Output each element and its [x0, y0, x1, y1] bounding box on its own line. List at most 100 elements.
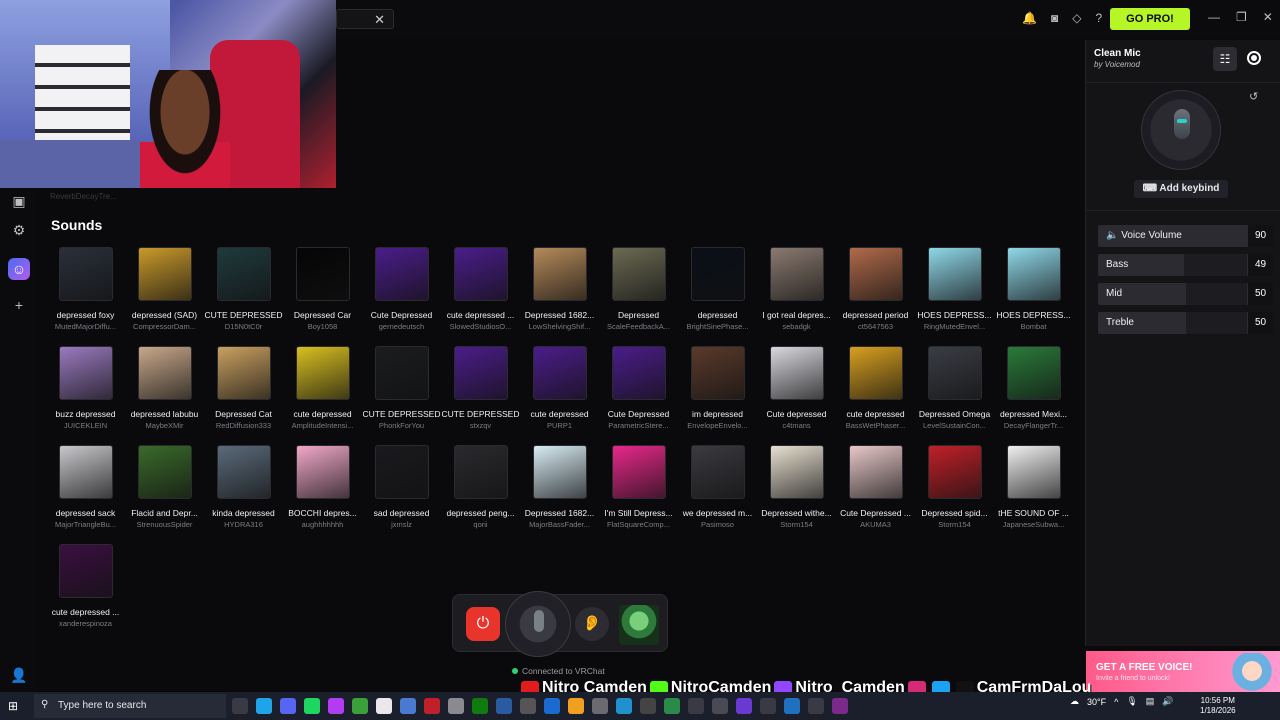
- voice-volume-slider[interactable]: 🔈 Voice Volume 90: [1098, 225, 1273, 247]
- app-icon[interactable]: [592, 698, 608, 714]
- sound-thumbnail[interactable]: [927, 346, 982, 400]
- sound-thumbnail[interactable]: [295, 445, 350, 499]
- search-input[interactable]: ✕: [336, 9, 394, 29]
- mid-slider[interactable]: Mid 50: [1098, 283, 1273, 305]
- sound-tile[interactable]: cute depressed BassWetPhaser...: [836, 346, 915, 445]
- sound-tile[interactable]: I'm Still Depress... FlatSquareComp...: [599, 445, 678, 544]
- sound-tile[interactable]: CUTE DEPRESSED D15N0tC0r: [204, 247, 283, 346]
- hear-myself-button[interactable]: 👂: [575, 607, 609, 641]
- app-icon[interactable]: [520, 698, 536, 714]
- treble-slider[interactable]: Treble 50: [1098, 312, 1273, 334]
- soundboard-icon[interactable]: ▣: [8, 190, 30, 212]
- clock[interactable]: 10:56 PM 1/18/2026: [1200, 696, 1236, 716]
- sound-tile[interactable]: Cute depressed c4tmans: [757, 346, 836, 445]
- app-icon[interactable]: [736, 698, 752, 714]
- restore-icon[interactable]: ❐: [1236, 10, 1247, 24]
- sound-thumbnail[interactable]: [453, 346, 508, 400]
- sound-thumbnail[interactable]: [58, 544, 113, 598]
- discord-icon[interactable]: ◙: [1051, 11, 1058, 25]
- sound-thumbnail[interactable]: [611, 346, 666, 400]
- volume-icon[interactable]: 🔊: [1162, 696, 1173, 707]
- app-icon[interactable]: [544, 698, 560, 714]
- sound-tile[interactable]: Depressed 1682... LowShelvingShif...: [520, 247, 599, 346]
- app-icon[interactable]: [760, 698, 776, 714]
- sound-thumbnail[interactable]: [453, 247, 508, 301]
- sound-tile[interactable]: Cute Depressed ... AKUMA3: [836, 445, 915, 544]
- steam-icon[interactable]: [448, 698, 464, 714]
- sound-tile[interactable]: I got real depres... sebadgk: [757, 247, 836, 346]
- sound-tile[interactable]: depressed peng... qorii: [441, 445, 520, 544]
- app-icon[interactable]: [424, 698, 440, 714]
- sound-tile[interactable]: Cute Depressed ParametricStere...: [599, 346, 678, 445]
- voicemod-app-icon[interactable]: [328, 698, 344, 714]
- app-icon[interactable]: [688, 698, 704, 714]
- sound-thumbnail[interactable]: [1006, 247, 1061, 301]
- app-icon[interactable]: [664, 698, 680, 714]
- settings-icon[interactable]: ⚙: [8, 219, 30, 241]
- close-icon[interactable]: ✕: [1263, 10, 1273, 24]
- sound-tile[interactable]: depressed foxy MutedMajorDiffu...: [46, 247, 125, 346]
- windows-start-icon[interactable]: ⊞: [8, 699, 18, 713]
- diamond-icon[interactable]: ◇: [1072, 11, 1081, 25]
- edge-icon[interactable]: [256, 698, 272, 714]
- sound-tile[interactable]: Depressed 1682... MajorBassFader...: [520, 445, 599, 544]
- clear-search-icon[interactable]: ✕: [374, 12, 385, 28]
- record-button[interactable]: [1247, 51, 1261, 65]
- sound-thumbnail[interactable]: [532, 445, 587, 499]
- weather-icon[interactable]: ☁: [1070, 696, 1079, 707]
- sound-thumbnail[interactable]: [1006, 445, 1061, 499]
- app-icon[interactable]: [784, 698, 800, 714]
- sound-tile[interactable]: Depressed withe... Storm154: [757, 445, 836, 544]
- sound-thumbnail[interactable]: [216, 346, 271, 400]
- sound-tile[interactable]: Flacid and Depr... StrenuousSpider: [125, 445, 204, 544]
- app-icon[interactable]: [400, 698, 416, 714]
- slider-value[interactable]: 50: [1247, 312, 1273, 334]
- sound-thumbnail[interactable]: [137, 445, 192, 499]
- sound-thumbnail[interactable]: [848, 346, 903, 400]
- sound-tile[interactable]: depressed period ct5647563: [836, 247, 915, 346]
- app-icon[interactable]: [808, 698, 824, 714]
- sound-tile[interactable]: Depressed Car Boy1058: [283, 247, 362, 346]
- add-icon[interactable]: +: [8, 294, 30, 316]
- sound-tile[interactable]: we depressed m... Pasimoso: [678, 445, 757, 544]
- sound-tile[interactable]: cute depressed PURP1: [520, 346, 599, 445]
- power-button[interactable]: ⏻: [466, 607, 500, 641]
- sound-thumbnail[interactable]: [769, 346, 824, 400]
- spotify-icon[interactable]: [304, 698, 320, 714]
- sound-tile[interactable]: cute depressed ... SlowedStudiosO...: [441, 247, 520, 346]
- sound-tile[interactable]: Depressed spid... Storm154: [915, 445, 994, 544]
- sound-thumbnail[interactable]: [295, 247, 350, 301]
- sound-thumbnail[interactable]: [295, 346, 350, 400]
- sound-tile[interactable]: depressed BrightSinePhase...: [678, 247, 757, 346]
- sound-tile[interactable]: tHE SOUND OF ... JapaneseSubwa...: [994, 445, 1073, 544]
- sound-thumbnail[interactable]: [769, 247, 824, 301]
- slider-value[interactable]: 49: [1247, 254, 1273, 276]
- mic-tray-icon[interactable]: 🎙: [1126, 696, 1137, 707]
- sound-tile[interactable]: HOES DEPRESS... Bombat: [994, 247, 1073, 346]
- sound-tile[interactable]: cute depressed AmplitudeIntensi...: [283, 346, 362, 445]
- reset-icon[interactable]: ↺: [1249, 90, 1258, 103]
- sound-tile[interactable]: buzz depressed JUICEKLEIN: [46, 346, 125, 445]
- sound-thumbnail[interactable]: [374, 247, 429, 301]
- sound-tile[interactable]: im depressed EnvelopeEnvelo...: [678, 346, 757, 445]
- slider-value[interactable]: 50: [1247, 283, 1273, 305]
- minimize-icon[interactable]: —: [1208, 10, 1220, 24]
- sound-thumbnail[interactable]: [690, 445, 745, 499]
- add-keybind-button[interactable]: ⌨ Add keybind: [1134, 180, 1228, 198]
- sound-thumbnail[interactable]: [58, 247, 113, 301]
- sound-tile[interactable]: depressed Mexi... DecayFlangerTr...: [994, 346, 1073, 445]
- sound-tile[interactable]: depressed sack MajorTriangleBu...: [46, 445, 125, 544]
- app-icon[interactable]: [496, 698, 512, 714]
- sound-thumbnail[interactable]: [690, 247, 745, 301]
- profile-icon[interactable]: 👤: [8, 664, 30, 686]
- sound-thumbnail[interactable]: [58, 346, 113, 400]
- app-icon[interactable]: [832, 698, 848, 714]
- go-pro-button[interactable]: GO PRO!: [1110, 8, 1190, 30]
- xbox-icon[interactable]: [472, 698, 488, 714]
- bell-icon[interactable]: 🔔: [1022, 11, 1037, 25]
- voice-settings-button[interactable]: ☷: [1213, 47, 1237, 71]
- sound-thumbnail[interactable]: [690, 346, 745, 400]
- minecraft-icon[interactable]: [352, 698, 368, 714]
- network-icon[interactable]: ▤: [1146, 696, 1155, 707]
- sound-thumbnail[interactable]: [137, 247, 192, 301]
